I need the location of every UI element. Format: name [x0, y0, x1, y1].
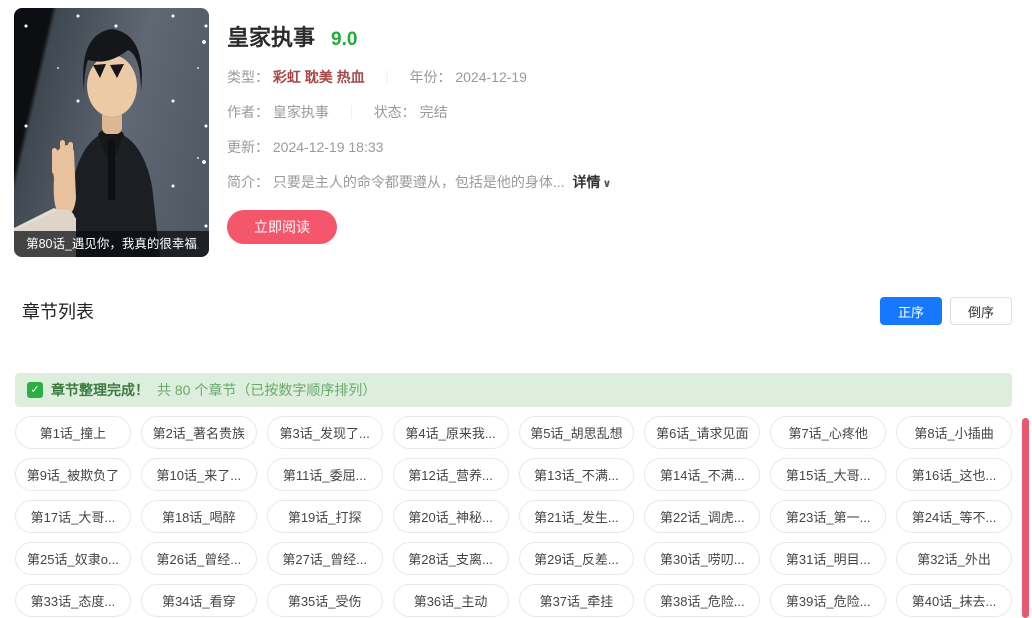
chapter-item[interactable]: 第27话_曾经...: [267, 542, 383, 575]
chapter-item[interactable]: 第37话_牵挂: [519, 584, 635, 617]
chapter-item[interactable]: 第9话_被欺负了: [15, 458, 131, 491]
status-label: 状态：: [374, 104, 416, 120]
chapter-item[interactable]: 第11话_委屈...: [267, 458, 383, 491]
chapter-item[interactable]: 第25话_奴隶o...: [15, 542, 131, 575]
chapter-item[interactable]: 第1话_撞上: [15, 416, 131, 449]
chapter-item[interactable]: 第31话_明目...: [770, 542, 886, 575]
divider: ｜: [345, 105, 358, 120]
author-label: 作者：: [227, 104, 269, 120]
chapter-item[interactable]: 第15话_大哥...: [770, 458, 886, 491]
tag-link[interactable]: 热血: [337, 69, 365, 85]
chapter-item[interactable]: 第21话_发生...: [519, 500, 635, 533]
chapter-item[interactable]: 第22话_调虎...: [644, 500, 760, 533]
chapter-item[interactable]: 第7话_心疼他: [770, 416, 886, 449]
chapter-item[interactable]: 第33话_态度...: [15, 584, 131, 617]
year-value: 2024-12-19: [455, 69, 527, 85]
meta-row-type-year: 类型： 彩虹 耽美 热血 ｜ 年份： 2024-12-19: [227, 67, 611, 87]
chapter-item[interactable]: 第40话_抹去...: [896, 584, 1012, 617]
chapter-item[interactable]: 第8话_小插曲: [896, 416, 1012, 449]
chapter-item[interactable]: 第30话_唠叨...: [644, 542, 760, 575]
chapter-item[interactable]: 第29话_反差...: [519, 542, 635, 575]
read-now-button[interactable]: 立即阅读: [227, 210, 337, 244]
chapter-item[interactable]: 第34话_看穿: [141, 584, 257, 617]
chapter-item[interactable]: 第23话_第一...: [770, 500, 886, 533]
tag-link[interactable]: 耽美: [305, 69, 333, 85]
chapter-notice-bar: ✓ 章节整理完成！ 共 80 个章节（已按数字顺序排列）: [15, 373, 1012, 407]
chapter-item[interactable]: 第35话_受伤: [267, 584, 383, 617]
cover-art-man: [14, 8, 209, 257]
chapter-item[interactable]: 第19话_打探: [267, 500, 383, 533]
chapter-item[interactable]: 第36话_主动: [393, 584, 509, 617]
chapter-grid: 第1话_撞上 第2话_著名贵族 第3话_发现了... 第4话_原来我... 第5…: [15, 416, 1012, 617]
comic-header: 第80话_遇见你，我真的很幸福 皇家执事 9.0 类型： 彩虹 耽美 热血 ｜ …: [0, 0, 1032, 257]
chapter-item[interactable]: 第5话_胡思乱想: [519, 416, 635, 449]
type-label: 类型：: [227, 69, 269, 85]
year-label: 年份：: [409, 69, 451, 85]
scrollbar-thumb[interactable]: [1022, 418, 1029, 618]
divider: ｜: [381, 70, 394, 85]
chapter-item[interactable]: 第2话_著名贵族: [141, 416, 257, 449]
chapter-item[interactable]: 第16话_这也...: [896, 458, 1012, 491]
meta-row-author-status: 作者： 皇家执事 ｜ 状态： 完结: [227, 102, 611, 122]
chapter-item[interactable]: 第24话_等不...: [896, 500, 1012, 533]
chevron-down-icon: ∨: [602, 178, 611, 190]
cover-caption: 第80话_遇见你，我真的很幸福: [14, 231, 209, 257]
rating-badge: 9.0: [331, 29, 357, 51]
tag-link[interactable]: 彩虹: [273, 69, 301, 85]
notice-detail-text: 共 80 个章节（已按数字顺序排列）: [157, 380, 376, 400]
chapter-item[interactable]: 第20话_神秘...: [393, 500, 509, 533]
chapter-item[interactable]: 第32话_外出: [896, 542, 1012, 575]
chapter-item[interactable]: 第12话_营养...: [393, 458, 509, 491]
chapter-item[interactable]: 第10话_来了...: [141, 458, 257, 491]
sort-buttons: 正序 倒序: [880, 297, 1012, 325]
check-icon: ✓: [27, 382, 43, 398]
intro-label: 简介：: [227, 174, 269, 190]
meta-row-intro: 简介： 只要是主人的命令都要遵从，包括是他的身体... 详情∨: [227, 172, 611, 192]
chapter-item[interactable]: 第6话_请求见面: [644, 416, 760, 449]
chapter-item[interactable]: 第39话_危险...: [770, 584, 886, 617]
author-value: 皇家执事: [273, 104, 329, 120]
chapter-item[interactable]: 第13话_不满...: [519, 458, 635, 491]
cover-image[interactable]: 第80话_遇见你，我真的很幸福: [14, 8, 209, 257]
chapter-item[interactable]: 第3话_发现了...: [267, 416, 383, 449]
update-label: 更新：: [227, 139, 269, 155]
update-value: 2024-12-19 18:33: [273, 139, 384, 155]
chapter-item[interactable]: 第4话_原来我...: [393, 416, 509, 449]
chapter-item[interactable]: 第26话_曾经...: [141, 542, 257, 575]
comic-info: 皇家执事 9.0 类型： 彩虹 耽美 热血 ｜ 年份： 2024-12-19 作…: [227, 8, 611, 257]
status-value: 完结: [420, 104, 448, 120]
comic-title: 皇家执事: [227, 20, 315, 52]
chapter-item[interactable]: 第14话_不满...: [644, 458, 760, 491]
chapter-item[interactable]: 第28话_支离...: [393, 542, 509, 575]
chapter-item[interactable]: 第18话_喝醉: [141, 500, 257, 533]
sort-desc-button[interactable]: 倒序: [950, 297, 1012, 325]
chapter-list-title: 章节列表: [22, 298, 94, 324]
chapter-item[interactable]: 第17话_大哥...: [15, 500, 131, 533]
intro-text: 只要是主人的命令都要遵从，包括是他的身体...: [273, 174, 565, 190]
sort-asc-button[interactable]: 正序: [880, 297, 942, 325]
meta-row-update: 更新： 2024-12-19 18:33: [227, 137, 611, 157]
detail-link[interactable]: 详情∨: [572, 174, 611, 190]
chapter-item[interactable]: 第38话_危险...: [644, 584, 760, 617]
notice-bold-text: 章节整理完成！: [51, 380, 149, 400]
chapter-section-header: 章节列表 正序 倒序: [22, 297, 1012, 325]
